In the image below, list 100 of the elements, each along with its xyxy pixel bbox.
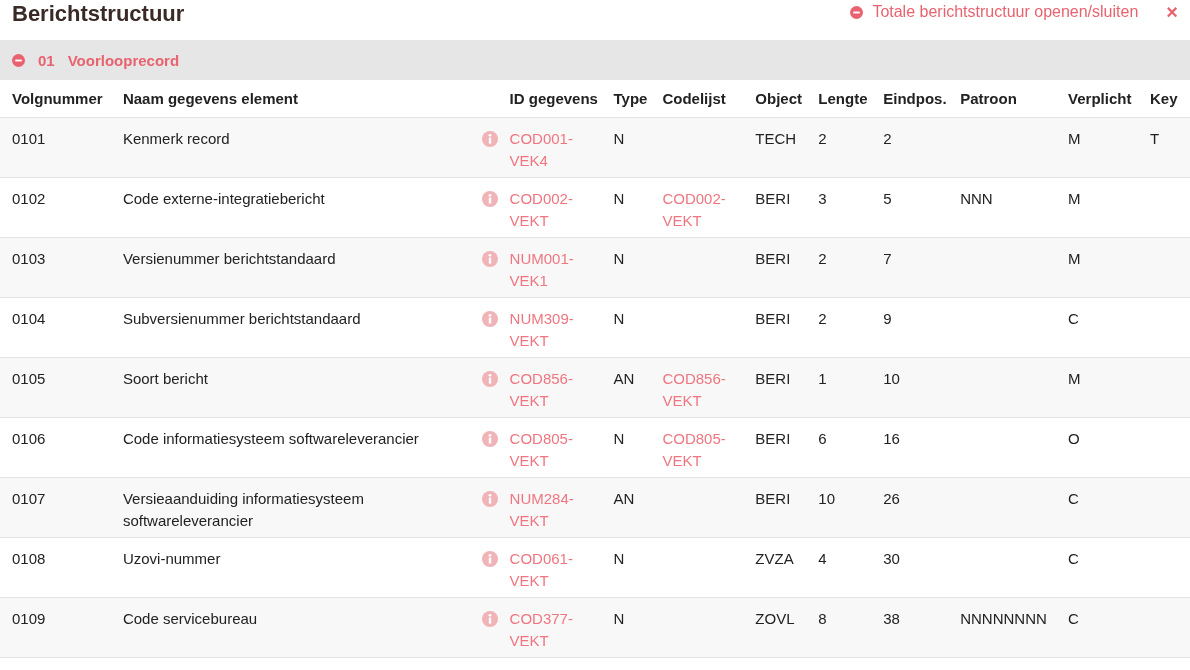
- table-cell-text: M: [1068, 369, 1082, 389]
- table-cell-text: 16: [883, 429, 901, 449]
- table-cell-text: 10: [818, 489, 836, 509]
- table-cell-text: 1: [818, 369, 828, 389]
- table-cell-text: 3: [818, 189, 828, 209]
- table-cell: T: [1150, 130, 1160, 147]
- table-cell-text: 0105: [11, 369, 47, 389]
- table-cell: NNN: [960, 190, 993, 207]
- column-header: Codelijst: [662, 90, 727, 107]
- table-cell-text: 2: [818, 249, 828, 269]
- table-cell-text: 10: [883, 369, 901, 389]
- info-icon[interactable]: [481, 371, 498, 387]
- column-header: ID gegevens: [509, 90, 599, 107]
- section-number: 01: [38, 51, 55, 69]
- info-icon[interactable]: [481, 611, 498, 627]
- codelist-link[interactable]: COD805-VEKT: [662, 428, 743, 472]
- table-cell-text: 38: [883, 609, 901, 629]
- column-header: Eindpos.: [883, 90, 948, 107]
- page-title: Berichtstructuur: [12, 0, 185, 28]
- table-cell-text: 7: [883, 249, 893, 269]
- table-cell-text: C: [1068, 309, 1080, 329]
- table-cell-text: 2: [818, 129, 828, 149]
- table-cell-text: N: [613, 189, 626, 209]
- table-cell-text: TECH: [755, 129, 798, 149]
- table-cell-text: 0102: [11, 189, 47, 209]
- id-link[interactable]: COD805-VEKT: [509, 428, 590, 472]
- table-cell-text: BERI: [755, 189, 792, 209]
- table-cell-text: Versieaanduiding informatiesysteem softwareleverancier: [122, 489, 365, 531]
- table-cell-text: BERI: [755, 249, 792, 269]
- column-header: Object: [755, 90, 804, 107]
- table-cell-text: Subversienummer berichtstandaard: [122, 309, 362, 329]
- column-header: Lengte: [818, 90, 869, 107]
- id-link[interactable]: COD001-VEK4: [509, 128, 590, 172]
- table-cell-text: C: [1068, 549, 1080, 569]
- toggle-all-link[interactable]: Totale berichtstructuur openen/sluiten: [850, 0, 1139, 24]
- table-cell-text: ZOVL: [755, 609, 796, 629]
- table-cell-text: N: [613, 249, 626, 269]
- close-button[interactable]: ×: [1166, 0, 1178, 24]
- table-cell-text: O: [1068, 429, 1081, 449]
- info-icon[interactable]: [481, 131, 498, 147]
- table-cell-text: N: [613, 549, 626, 569]
- table-cell-text: 2: [818, 309, 828, 329]
- table-cell-text: 8: [818, 609, 828, 629]
- info-icon[interactable]: [481, 191, 498, 207]
- table-cell-text: Soort bericht: [122, 369, 209, 389]
- table-cell-text: BERI: [755, 429, 792, 449]
- column-header: Verplicht: [1068, 90, 1133, 107]
- column-header: Volgnummer: [11, 90, 104, 107]
- table-cell-text: 0106: [11, 429, 47, 449]
- id-link[interactable]: COD002-VEKT: [509, 188, 590, 232]
- id-link[interactable]: COD061-VEKT: [509, 548, 590, 592]
- table-cell-text: Versienummer berichtstandaard: [122, 249, 337, 269]
- id-link[interactable]: COD377-VEKT: [509, 608, 590, 652]
- info-icon[interactable]: [481, 251, 498, 267]
- table-cell-text: Code informatiesysteem softwareleverancier: [122, 429, 420, 449]
- info-icon[interactable]: [481, 551, 498, 567]
- table-cell-text: M: [1068, 129, 1082, 149]
- codelist-link[interactable]: COD856-VEKT: [662, 368, 743, 412]
- id-link[interactable]: NUM309-VEKT: [509, 308, 590, 352]
- table-cell-text: Code externe-integratiebericht: [122, 189, 326, 209]
- id-link[interactable]: NUM284-VEKT: [509, 488, 590, 532]
- info-icon[interactable]: [481, 491, 498, 507]
- table-cell-text: ZVZA: [755, 549, 795, 569]
- table-cell-text: 2: [883, 129, 893, 149]
- table-cell-text: 0104: [11, 309, 47, 329]
- table-cell-text: 4: [818, 549, 828, 569]
- table-cell-text: N: [613, 429, 626, 449]
- table-cell-text: 5: [883, 189, 893, 209]
- table-cell-text: BERI: [755, 369, 792, 389]
- id-link[interactable]: COD856-VEKT: [509, 368, 590, 412]
- table-cell-text: 26: [883, 489, 901, 509]
- table-cell-text: 0108: [11, 549, 47, 569]
- table-cell-text: 0107: [11, 489, 47, 509]
- column-header: Key: [1150, 90, 1179, 107]
- table-cell-text: N: [613, 609, 626, 629]
- table-cell-text: 0103: [11, 249, 47, 269]
- table-cell-text: 0101: [11, 129, 47, 149]
- column-header: Patroon: [960, 90, 1018, 107]
- info-icon[interactable]: [481, 431, 498, 447]
- table-cell-text: 30: [883, 549, 901, 569]
- column-header: Naam gegevens element: [122, 90, 299, 107]
- table-cell-text: BERI: [755, 489, 792, 509]
- table-cell-text: Kenmerk record: [122, 129, 231, 149]
- table-cell-text: C: [1068, 609, 1080, 629]
- table-cell-text: N: [613, 309, 626, 329]
- table-cell-text: BERI: [755, 309, 792, 329]
- table-cell-text: C: [1068, 489, 1080, 509]
- table-cell-text: M: [1068, 249, 1082, 269]
- table-cell: NNNNNNNN: [960, 610, 1047, 627]
- info-icon[interactable]: [481, 311, 498, 327]
- table-cell-text: AN: [613, 489, 636, 509]
- table-cell-text: 6: [818, 429, 828, 449]
- table-cell-text: Code servicebureau: [122, 609, 259, 629]
- table-cell-text: Uzovi-nummer: [122, 549, 222, 569]
- column-header: Type: [613, 90, 649, 107]
- codelist-link[interactable]: COD002-VEKT: [662, 188, 743, 232]
- section-header[interactable]: 01 Voorlooprecord: [0, 40, 1190, 80]
- table-cell-text: AN: [613, 369, 636, 389]
- id-link[interactable]: NUM001-VEK1: [509, 248, 590, 292]
- table-cell-text: M: [1068, 189, 1082, 209]
